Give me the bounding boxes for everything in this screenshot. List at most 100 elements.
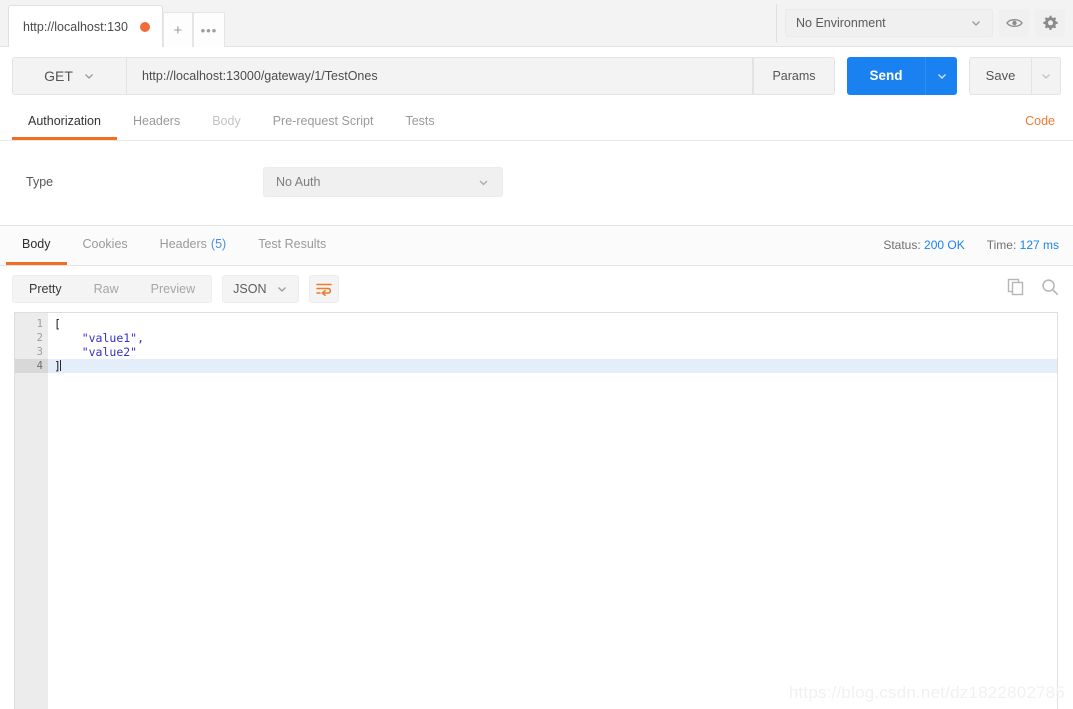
- line-number-value: 1: [36, 318, 43, 330]
- auth-type-value: No Auth: [276, 175, 321, 189]
- request-url-value: http://localhost:13000/gateway/1/TestOne…: [142, 68, 378, 83]
- line-number: 4: [15, 359, 48, 373]
- tab-body[interactable]: Body: [196, 104, 257, 140]
- response-tab-body[interactable]: Body: [6, 226, 67, 265]
- wrap-lines-icon: [316, 282, 333, 296]
- response-format-select[interactable]: JSON: [222, 275, 300, 303]
- tab-pre-request-script-label: Pre-request Script: [272, 113, 374, 128]
- code-line-text: "value1",: [81, 331, 145, 345]
- environment-quick-look-button[interactable]: [999, 9, 1029, 37]
- code-line-text: "value2": [81, 345, 138, 359]
- json-code-area[interactable]: [ "value1", "value2" ]: [48, 313, 1057, 709]
- response-body-viewer[interactable]: 1 ▼ 2 3 4 [ "value1", "value2" ]: [14, 312, 1058, 709]
- send-label: Send: [869, 68, 903, 83]
- plus-icon: +: [173, 21, 183, 39]
- tab-body-label: Body: [212, 113, 241, 128]
- request-url-row: GET http://localhost:13000/gateway/1/Tes…: [0, 47, 1073, 104]
- copy-button[interactable]: [1007, 278, 1025, 296]
- response-view-mode-group: Pretty Raw Preview: [12, 275, 213, 303]
- chevron-down-icon: [477, 176, 490, 189]
- code-link[interactable]: Code: [1025, 114, 1055, 128]
- view-mode-pretty[interactable]: Pretty: [13, 276, 78, 302]
- tabbar-divider: [776, 4, 777, 42]
- copy-icon: [1007, 278, 1025, 296]
- response-tab-headers-label: Headers: [159, 237, 207, 251]
- params-label: Params: [772, 68, 816, 83]
- watermark: https://blog.csdn.net/dz1822802785: [788, 683, 1065, 702]
- headers-count-badge: (5): [210, 237, 227, 251]
- response-section-tabs: Body Cookies Headers (5) Test Results St…: [0, 226, 1073, 266]
- wrap-lines-button[interactable]: [309, 275, 340, 303]
- status-label: Status:: [883, 238, 921, 252]
- settings-button[interactable]: [1035, 9, 1065, 37]
- response-actions: [1007, 278, 1059, 296]
- code-line-text: [: [54, 317, 61, 331]
- response-format-label: JSON: [233, 282, 267, 296]
- postman-window: http://localhost:130 + ••• No Environmen…: [0, 0, 1073, 709]
- line-number-value: 4: [36, 360, 43, 372]
- request-tab-bar: http://localhost:130 + ••• No Environmen…: [0, 0, 1073, 47]
- response-tab-test-results[interactable]: Test Results: [242, 226, 342, 265]
- response-tab-test-results-label: Test Results: [258, 237, 327, 251]
- params-button[interactable]: Params: [753, 56, 835, 95]
- tab-headers[interactable]: Headers: [117, 104, 196, 140]
- response-view-toolbar: Pretty Raw Preview JSON: [0, 266, 1073, 312]
- tab-authorization[interactable]: Authorization: [12, 104, 117, 140]
- save-button[interactable]: Save: [969, 56, 1031, 95]
- environment-select[interactable]: No Environment: [785, 9, 993, 37]
- send-button-group: Send: [847, 56, 957, 95]
- response-tab-cookies[interactable]: Cookies: [67, 226, 144, 265]
- response-tab-headers[interactable]: Headers (5): [144, 226, 243, 265]
- view-mode-pretty-label: Pretty: [29, 282, 62, 296]
- chevron-down-icon: [1040, 70, 1052, 82]
- line-number: 2: [15, 331, 48, 345]
- time-label: Time:: [986, 238, 1017, 252]
- chevron-down-icon: [936, 70, 948, 82]
- environment-label: No Environment: [796, 16, 886, 30]
- send-button[interactable]: Send: [847, 56, 925, 95]
- tab-tests[interactable]: Tests: [389, 104, 450, 140]
- tab-authorization-label: Authorization: [28, 113, 101, 128]
- auth-type-select[interactable]: No Auth: [263, 167, 503, 197]
- save-options-button[interactable]: [1031, 56, 1061, 95]
- view-mode-raw[interactable]: Raw: [78, 276, 135, 302]
- request-section-tabs: Authorization Headers Body Pre-request S…: [0, 104, 1073, 141]
- request-tabs-strip: http://localhost:130 + •••: [0, 5, 225, 47]
- new-tab-button[interactable]: +: [162, 12, 193, 47]
- authorization-panel: Type No Auth: [0, 141, 1073, 226]
- ellipsis-icon: •••: [200, 22, 218, 38]
- line-number-value: 2: [36, 332, 43, 344]
- view-mode-raw-label: Raw: [93, 282, 119, 296]
- chevron-down-icon: [276, 283, 288, 295]
- unsaved-dot-icon[interactable]: [139, 21, 150, 32]
- chevron-down-icon: [970, 17, 982, 29]
- more-tabs-button[interactable]: •••: [192, 12, 225, 47]
- search-icon: [1041, 278, 1059, 296]
- response-meta: Status: 200 OK Time: 127 ms: [883, 238, 1059, 252]
- time-badge: Time: 127 ms: [987, 238, 1059, 252]
- tab-headers-label: Headers: [132, 113, 181, 128]
- text-cursor: [59, 360, 61, 371]
- gear-icon: [1042, 15, 1058, 31]
- view-mode-preview[interactable]: Preview: [135, 276, 211, 302]
- line-number-gutter: 1 ▼ 2 3 4: [15, 313, 56, 709]
- save-label: Save: [985, 68, 1016, 83]
- chevron-down-icon: [83, 70, 95, 82]
- status-badge: Status: 200 OK: [883, 238, 964, 252]
- save-button-group: Save: [969, 56, 1061, 95]
- eye-icon: [1005, 16, 1023, 30]
- auth-type-label: Type: [26, 175, 54, 189]
- code-line: ]: [48, 359, 1057, 373]
- send-options-button[interactable]: [925, 56, 957, 95]
- line-number-value: 3: [36, 346, 43, 358]
- tab-pre-request-script[interactable]: Pre-request Script: [257, 104, 390, 140]
- request-tab[interactable]: http://localhost:130: [8, 5, 163, 47]
- http-method-select[interactable]: GET: [12, 56, 126, 95]
- line-number: 1 ▼: [15, 317, 56, 331]
- request-tab-label: http://localhost:130: [23, 19, 128, 34]
- request-url-input[interactable]: http://localhost:13000/gateway/1/TestOne…: [126, 56, 753, 95]
- time-value: 127 ms: [1019, 238, 1059, 252]
- search-button[interactable]: [1041, 278, 1059, 296]
- code-line: "value1",: [48, 331, 1057, 345]
- response-tab-cookies-label: Cookies: [82, 237, 128, 251]
